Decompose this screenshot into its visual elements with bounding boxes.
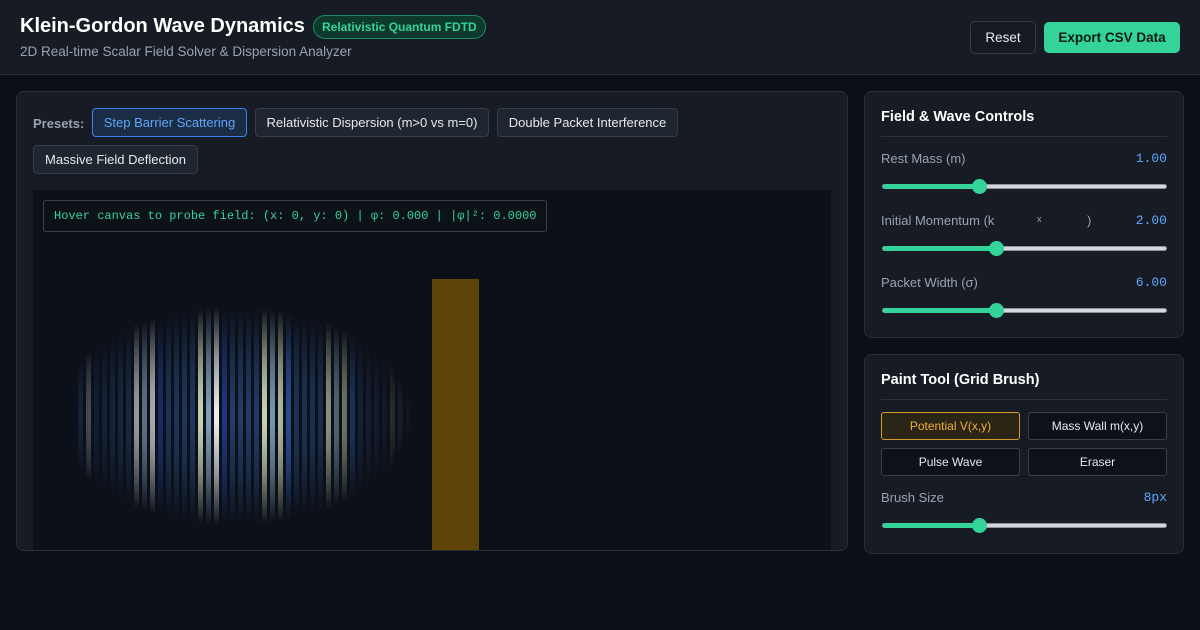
field-probe-readout: Hover canvas to probe field: (x: 0, y: 0… <box>43 200 548 232</box>
momentum-value: 2.00 <box>1135 213 1167 228</box>
wave-stripe <box>358 306 363 526</box>
rest-mass-value: 1.00 <box>1135 151 1167 166</box>
wave-stripe <box>134 306 139 526</box>
wave-stripe <box>278 306 283 526</box>
wave-stripe <box>334 306 339 526</box>
wave-stripe <box>150 306 155 526</box>
wave-stripe <box>366 306 371 526</box>
export-csv-button[interactable]: Export CSV Data <box>1044 22 1180 53</box>
simulation-panel: Presets: Step Barrier Scattering Relativ… <box>16 91 848 551</box>
momentum-paren: ) <box>1087 213 1092 228</box>
paint-tool-title: Paint Tool (Grid Brush) <box>881 372 1040 388</box>
wave-stripe <box>158 306 163 526</box>
reset-button[interactable]: Reset <box>970 21 1036 54</box>
wave-stripe <box>270 306 275 526</box>
wave-stripe <box>342 306 347 526</box>
wave-stripe <box>190 306 195 526</box>
method-badge: Relativistic Quantum FDTD <box>313 15 486 39</box>
wave-stripe <box>182 306 187 526</box>
wave-stripe <box>222 306 227 526</box>
wave-stripe <box>406 306 411 526</box>
brush-size-label: Brush Size <box>881 490 944 505</box>
wave-stripe <box>302 306 307 526</box>
wave-stripe <box>246 306 251 526</box>
potential-barrier <box>432 279 479 550</box>
momentum-subscript: x <box>1037 214 1042 224</box>
wave-packet <box>78 306 435 526</box>
wave-stripe <box>374 306 379 526</box>
wave-stripe <box>238 306 243 526</box>
momentum-slider[interactable] <box>882 241 1167 256</box>
wave-stripe <box>110 306 115 526</box>
wave-stripe <box>286 306 291 526</box>
brush-size-value: 8px <box>1143 490 1167 505</box>
preset-step-barrier[interactable]: Step Barrier Scattering <box>92 108 247 137</box>
brush-size-slider[interactable] <box>882 518 1167 533</box>
wave-stripe <box>230 306 235 526</box>
app-header: Klein-Gordon Wave Dynamics Relativistic … <box>0 0 1200 75</box>
preset-relativistic-dispersion[interactable]: Relativistic Dispersion (m>0 vs m=0) <box>255 108 489 137</box>
paint-tool-card: Paint Tool (Grid Brush) Potential V(x,y)… <box>864 354 1184 554</box>
tool-eraser[interactable]: Eraser <box>1028 448 1167 476</box>
wave-stripe <box>174 306 179 526</box>
wave-stripe <box>126 306 131 526</box>
preset-massive-deflection[interactable]: Massive Field Deflection <box>33 145 198 174</box>
slider-thumb[interactable] <box>972 518 988 533</box>
wave-stripe <box>254 306 259 526</box>
field-controls-title: Field & Wave Controls <box>881 109 1035 125</box>
tool-pulse-wave[interactable]: Pulse Wave <box>881 448 1020 476</box>
field-canvas[interactable]: Hover canvas to probe field: (x: 0, y: 0… <box>33 190 831 550</box>
app-title: Klein-Gordon Wave Dynamics <box>20 15 305 37</box>
wave-stripe <box>294 306 299 526</box>
packet-width-slider[interactable] <box>882 303 1167 318</box>
app-subtitle: 2D Real-time Scalar Field Solver & Dispe… <box>20 44 352 59</box>
wave-stripe <box>390 306 395 526</box>
rest-mass-label: Rest Mass (m) <box>881 151 966 166</box>
wave-stripe <box>398 306 403 526</box>
rest-mass-slider[interactable] <box>882 179 1167 194</box>
wave-stripe <box>262 306 267 526</box>
tool-potential[interactable]: Potential V(x,y) <box>881 412 1020 440</box>
packet-width-value: 6.00 <box>1135 275 1167 290</box>
wave-stripe <box>142 306 147 526</box>
tool-mass-wall[interactable]: Mass Wall m(x,y) <box>1028 412 1167 440</box>
wave-stripe <box>414 306 419 526</box>
wave-stripe <box>206 306 211 526</box>
momentum-label: Initial Momentum (k <box>881 213 995 228</box>
wave-stripe <box>94 306 99 526</box>
wave-stripe <box>78 306 83 526</box>
slider-thumb[interactable] <box>989 241 1005 256</box>
wave-stripe <box>118 306 123 526</box>
field-controls-card: Field & Wave Controls Rest Mass (m) 1.00… <box>864 91 1184 338</box>
packet-width-label: Packet Width (σ) <box>881 275 978 290</box>
wave-stripe <box>326 306 331 526</box>
divider <box>881 136 1167 137</box>
wave-stripe <box>198 306 203 526</box>
wave-stripe <box>102 306 107 526</box>
slider-thumb[interactable] <box>972 179 988 194</box>
presets-label: Presets: <box>33 116 85 131</box>
preset-double-packet[interactable]: Double Packet Interference <box>497 108 678 137</box>
wave-stripe <box>214 306 219 526</box>
wave-stripe <box>318 306 323 526</box>
wave-stripe <box>86 306 91 526</box>
wave-stripe <box>310 306 315 526</box>
divider <box>881 399 1167 400</box>
wave-stripe <box>382 306 387 526</box>
slider-thumb[interactable] <box>989 303 1005 318</box>
wave-stripe <box>166 306 171 526</box>
wave-stripe <box>422 306 427 526</box>
wave-stripe <box>350 306 355 526</box>
